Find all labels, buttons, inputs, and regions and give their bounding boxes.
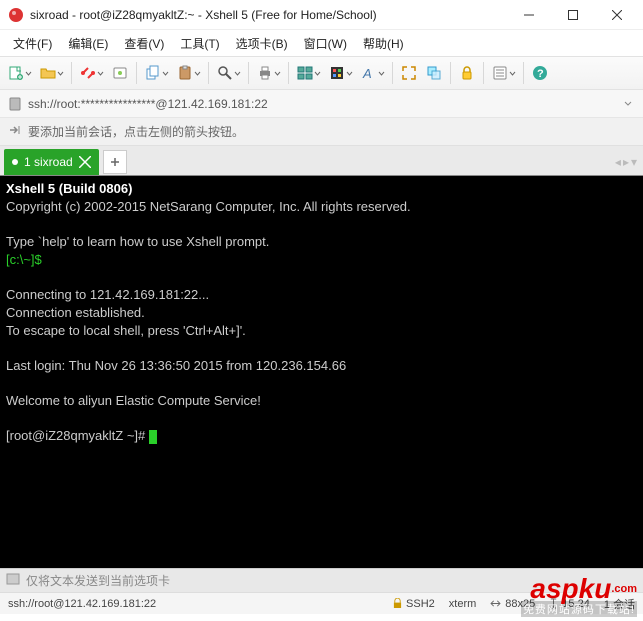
separator — [288, 62, 289, 84]
status-term-type: xterm — [449, 598, 477, 610]
tab-status-icon — [12, 159, 18, 165]
tools-button[interactable] — [488, 59, 519, 87]
hint-text: 要添加当前会话，点击左侧的箭头按钮。 — [28, 123, 244, 140]
terminal-line: Type `help' to learn how to use Xshell p… — [6, 234, 269, 249]
chevron-down-icon — [97, 66, 104, 80]
terminal-line: To escape to local shell, press 'Ctrl+Al… — [6, 323, 246, 338]
menu-help[interactable]: 帮助(H) — [356, 32, 411, 55]
reconnect-button[interactable] — [76, 59, 107, 87]
font-button[interactable]: A — [357, 59, 388, 87]
tab-close-icon[interactable] — [79, 156, 91, 168]
chevron-down-icon — [346, 66, 353, 80]
tab-bar: 1 sixroad ◂ ▸ ▾ — [0, 146, 643, 176]
address-bar: ssh://root:****************@121.42.169.1… — [0, 90, 643, 118]
terminal-line: Xshell 5 (Build 0806) — [6, 181, 132, 196]
separator — [483, 62, 484, 84]
tab-sixroad[interactable]: 1 sixroad — [4, 149, 99, 175]
lock-button[interactable] — [455, 59, 479, 87]
chevron-down-icon — [314, 66, 321, 80]
send-target-icon[interactable] — [6, 572, 20, 589]
paste-button[interactable] — [173, 59, 204, 87]
status-size: 88x25 — [490, 598, 535, 610]
new-tab-button[interactable] — [103, 150, 127, 174]
menu-window[interactable]: 窗口(W) — [297, 32, 354, 55]
colorscheme-button[interactable] — [325, 59, 356, 87]
close-button[interactable] — [595, 1, 639, 29]
lock-icon — [393, 598, 402, 609]
separator — [392, 62, 393, 84]
open-session-button[interactable] — [36, 59, 67, 87]
tab-prev-icon[interactable]: ◂ — [615, 155, 621, 169]
chevron-down-icon — [274, 66, 281, 80]
terminal-prompt: [root@iZ28qmyakltZ ~]# — [6, 428, 149, 443]
minimize-button[interactable] — [507, 1, 551, 29]
chevron-down-icon[interactable] — [621, 97, 635, 111]
menu-file[interactable]: 文件(F) — [6, 32, 59, 55]
status-connection: ssh://root@121.42.169.181:22 — [8, 598, 156, 610]
send-bar: 仅将文本发送到当前选项卡 — [0, 568, 643, 592]
chevron-down-icon — [509, 66, 516, 80]
copy-button[interactable] — [141, 59, 172, 87]
menu-tabs[interactable]: 选项卡(B) — [229, 32, 295, 55]
terminal-line: Welcome to aliyun Elastic Compute Servic… — [6, 393, 261, 408]
app-icon — [8, 7, 24, 23]
svg-text:?: ? — [537, 68, 544, 80]
window-titlebar: sixroad - root@iZ28qmyakltZ:~ - Xshell 5… — [0, 0, 643, 30]
send-bar-text: 仅将文本发送到当前选项卡 — [26, 572, 170, 589]
status-bar: ssh://root@121.42.169.181:22 SSH2 xterm … — [0, 592, 643, 614]
disconnect-button[interactable] — [108, 59, 132, 87]
tab-label: 1 sixroad — [24, 155, 73, 169]
chevron-down-icon — [234, 66, 241, 80]
maximize-button[interactable] — [551, 1, 595, 29]
hint-bar: 要添加当前会话，点击左侧的箭头按钮。 — [0, 118, 643, 146]
window-title: sixroad - root@iZ28qmyakltZ:~ - Xshell 5… — [30, 8, 507, 22]
separator — [523, 62, 524, 84]
add-arrow-icon[interactable] — [8, 123, 22, 140]
menu-view[interactable]: 查看(V) — [117, 32, 171, 55]
separator — [71, 62, 72, 84]
fullscreen-button[interactable] — [397, 59, 421, 87]
terminal-line: Last login: Thu Nov 26 13:36:50 2015 fro… — [6, 358, 346, 373]
menu-edit[interactable]: 编辑(E) — [61, 32, 115, 55]
status-sessions: 1 会话 — [604, 596, 635, 612]
chevron-down-icon — [162, 66, 169, 80]
cursor-icon — [149, 430, 157, 444]
new-session-button[interactable] — [4, 59, 35, 87]
terminal-line: Connecting to 121.42.169.181:22... — [6, 287, 209, 302]
separator — [450, 62, 451, 84]
terminal[interactable]: Xshell 5 (Build 0806) Copyright (c) 2002… — [0, 176, 643, 568]
separator — [248, 62, 249, 84]
toolbar: A ? — [0, 56, 643, 90]
separator — [208, 62, 209, 84]
chevron-down-icon — [194, 66, 201, 80]
chevron-down-icon — [378, 66, 385, 80]
separator — [136, 62, 137, 84]
tab-nav-arrows: ◂ ▸ ▾ — [615, 155, 637, 169]
size-icon — [490, 599, 501, 608]
address-text[interactable]: ssh://root:****************@121.42.169.1… — [28, 97, 615, 111]
terminal-line: Connection established. — [6, 305, 145, 320]
transparency-button[interactable] — [422, 59, 446, 87]
menubar: 文件(F) 编辑(E) 查看(V) 工具(T) 选项卡(B) 窗口(W) 帮助(… — [0, 30, 643, 56]
tab-list-icon[interactable]: ▾ — [631, 155, 637, 169]
chevron-down-icon — [57, 66, 64, 80]
status-protocol: SSH2 — [393, 598, 435, 610]
host-icon — [8, 97, 22, 111]
terminal-line: Copyright (c) 2002-2015 NetSarang Comput… — [6, 199, 411, 214]
find-button[interactable] — [213, 59, 244, 87]
cursor-pos-icon — [549, 598, 558, 609]
tab-next-icon[interactable]: ▸ — [623, 155, 629, 169]
terminal-prompt: [c:\~]$ — [6, 252, 42, 267]
layout-button[interactable] — [293, 59, 324, 87]
menu-tools[interactable]: 工具(T) — [173, 32, 226, 55]
svg-text:A: A — [362, 66, 372, 81]
status-cursor-pos: 15,24 — [549, 598, 590, 610]
print-button[interactable] — [253, 59, 284, 87]
help-button[interactable]: ? — [528, 59, 552, 87]
chevron-down-icon — [25, 66, 32, 80]
